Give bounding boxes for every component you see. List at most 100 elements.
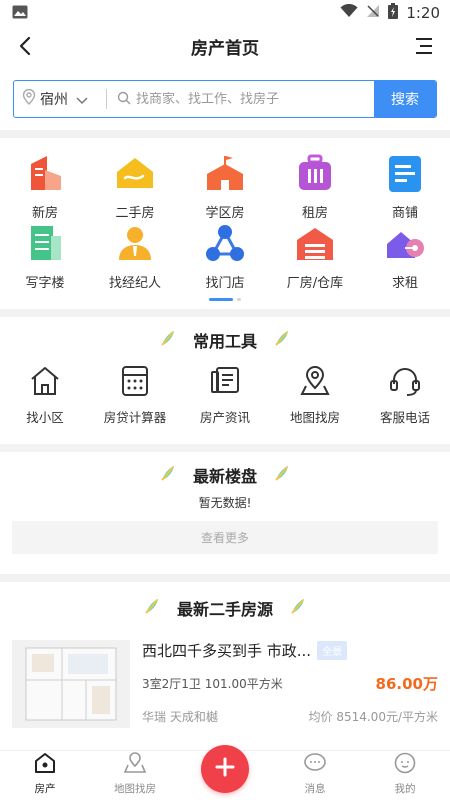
building-icon xyxy=(23,152,67,196)
listing-meta-row: 华瑞 天成和樾 均价 8514.00元/平方米 xyxy=(142,708,438,725)
tab-messages[interactable]: 消息 xyxy=(270,751,360,800)
tab-map-search[interactable]: 地图找房 xyxy=(90,751,180,800)
listing-title: 西北四千多买到手 市政... xyxy=(142,642,312,660)
tab-label: 房产 xyxy=(34,783,56,795)
category-label: 找经纪人 xyxy=(108,276,161,291)
category-label: 二手房 xyxy=(115,206,155,221)
search-section: 宿州 搜索 xyxy=(0,66,450,130)
no-signal-icon xyxy=(366,4,380,22)
search-input[interactable] xyxy=(136,91,366,107)
back-arrow-icon[interactable] xyxy=(14,34,38,58)
battery-charging-icon xyxy=(388,3,399,23)
message-tab-icon xyxy=(303,751,327,779)
view-more-button[interactable]: 查看更多 xyxy=(12,521,438,554)
tool-real-estate-news[interactable]: 房产资讯 xyxy=(180,363,270,426)
location-pin-icon xyxy=(22,88,36,109)
home-outline-icon xyxy=(27,363,63,399)
category-secondhand[interactable]: 二手房 xyxy=(90,152,180,222)
tab-label: 我的 xyxy=(394,783,416,795)
feather-right-icon xyxy=(273,329,291,351)
house-hand-icon xyxy=(113,152,157,196)
floor-plan-thumbnail xyxy=(12,640,130,728)
tool-label: 地图找房 xyxy=(289,410,340,425)
category-office[interactable]: 写字楼 xyxy=(0,222,90,292)
map-pin-icon xyxy=(297,363,333,399)
page-dot xyxy=(237,298,241,301)
publish-button[interactable] xyxy=(201,745,249,793)
house-key-icon xyxy=(383,222,427,266)
tool-label: 找小区 xyxy=(26,410,64,425)
listing-unit-price: 均价 8514.00元/平方米 xyxy=(308,710,438,724)
status-bar: 1:20 xyxy=(0,0,450,26)
tool-mortgage-calculator[interactable]: 房贷计算器 xyxy=(90,363,180,426)
map-tab-icon xyxy=(123,751,147,779)
listing-spec: 3室2厅1卫 101.00平方米 xyxy=(142,677,283,691)
category-label: 写字楼 xyxy=(25,276,65,291)
tools-section: 常用工具 找小区 房贷计算器 房产资讯 地图找房 客服电话 xyxy=(0,317,450,444)
office-building-icon xyxy=(23,222,67,266)
tool-label: 客服电话 xyxy=(379,410,430,425)
feather-right-icon xyxy=(273,464,291,486)
feather-left-icon xyxy=(159,329,177,351)
tool-customer-service[interactable]: 客服电话 xyxy=(360,363,450,426)
empty-state-text: 暂无数据! xyxy=(198,496,252,510)
tool-find-community[interactable]: 找小区 xyxy=(0,363,90,426)
search-icon xyxy=(117,90,131,109)
search-bar: 宿州 搜索 xyxy=(13,80,437,118)
search-button[interactable]: 搜索 xyxy=(374,81,436,117)
listing-spec-row: 3室2厅1卫 101.00平方米 86.00万 xyxy=(142,673,438,694)
tab-label: 地图找房 xyxy=(114,783,156,795)
menu-icon[interactable] xyxy=(414,36,434,56)
profile-tab-icon xyxy=(393,751,417,779)
feather-left-icon xyxy=(159,464,177,486)
category-label: 学区房 xyxy=(205,206,245,221)
city-selector[interactable]: 宿州 xyxy=(14,81,106,117)
category-label: 新房 xyxy=(31,206,58,221)
page-title: 房产首页 xyxy=(191,38,259,59)
category-warehouse[interactable]: 厂房/仓库 xyxy=(270,222,360,292)
headset-icon xyxy=(387,363,423,399)
category-rent[interactable]: 租房 xyxy=(270,152,360,222)
tab-real-estate[interactable]: 房产 xyxy=(0,751,90,800)
tab-publish[interactable] xyxy=(180,745,270,800)
category-label: 租房 xyxy=(301,206,328,221)
top-nav-bar: 房产首页 xyxy=(0,26,450,66)
new-listings-header: 最新楼盘 xyxy=(0,452,450,498)
category-find-store[interactable]: 找门店 xyxy=(180,222,270,292)
category-label: 找门店 xyxy=(205,276,245,291)
tool-label: 房产资讯 xyxy=(199,410,250,425)
gallery-notification-icon xyxy=(12,4,28,23)
city-label: 宿州 xyxy=(40,92,68,108)
warehouse-icon xyxy=(293,222,337,266)
tool-label: 房贷计算器 xyxy=(103,410,167,425)
panorama-badge: 全景 xyxy=(317,641,348,660)
tool-map-search[interactable]: 地图找房 xyxy=(270,363,360,426)
bottom-tab-bar: 房产 地图找房 消息 我的 xyxy=(0,745,450,800)
page-indicator xyxy=(0,298,450,301)
secondhand-header: 最新二手房源 xyxy=(0,582,450,634)
category-grid: 新房 二手房 学区房 租房 商铺 写字楼 找经纪人 找门店 厂房/仓库 求租 xyxy=(0,138,450,309)
category-shop[interactable]: 商铺 xyxy=(360,152,450,222)
listing-info: 西北四千多买到手 市政... 全景 3室2厅1卫 101.00平方米 86.00… xyxy=(142,640,438,728)
category-find-agent[interactable]: 找经纪人 xyxy=(90,222,180,292)
home-tab-icon xyxy=(33,751,57,779)
tools-grid: 找小区 房贷计算器 房产资讯 地图找房 客服电话 xyxy=(0,363,450,444)
listing-item[interactable]: 西北四千多买到手 市政... 全景 3室2厅1卫 101.00平方米 86.00… xyxy=(0,634,450,728)
suitcase-icon xyxy=(293,152,337,196)
secondhand-title: 最新二手房源 xyxy=(176,600,273,619)
status-time: 1:20 xyxy=(406,4,440,22)
feather-right-icon xyxy=(289,597,307,619)
listing-title-row: 西北四千多买到手 市政... 全景 xyxy=(142,640,438,661)
category-new-house[interactable]: 新房 xyxy=(0,152,90,222)
search-field[interactable] xyxy=(107,90,374,109)
category-label: 商铺 xyxy=(391,206,418,221)
store-network-icon xyxy=(203,222,247,266)
tab-profile[interactable]: 我的 xyxy=(360,751,450,800)
listing-price: 86.00万 xyxy=(375,675,438,693)
category-school-district[interactable]: 学区房 xyxy=(180,152,270,222)
tools-section-header: 常用工具 xyxy=(0,317,450,363)
tab-label: 消息 xyxy=(304,783,326,795)
page-dot-active xyxy=(209,298,233,301)
category-want-rent[interactable]: 求租 xyxy=(360,222,450,292)
new-listings-title: 最新楼盘 xyxy=(192,467,257,486)
